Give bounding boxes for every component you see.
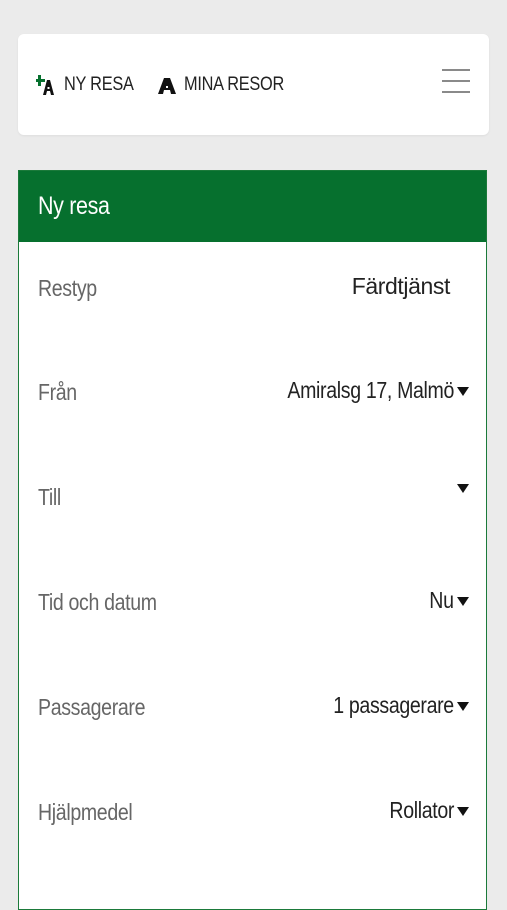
new-trip-icon bbox=[36, 75, 54, 95]
row-label-to: Till bbox=[38, 484, 61, 510]
row-value-trip-type: Färdtjänst bbox=[351, 273, 451, 299]
row-from[interactable]: Från Amiralsg 17, Malmö bbox=[19, 363, 486, 423]
row-label-time-date: Tid och datum bbox=[38, 589, 157, 615]
nav-my-trips-label: MINA RESOR bbox=[184, 74, 285, 95]
row-value-wrap: Rollator bbox=[378, 797, 469, 824]
row-value-wrap: 1 passagerare bbox=[312, 692, 469, 719]
panel-title: Ny resa bbox=[38, 192, 110, 220]
row-time-date[interactable]: Tid och datum Nu bbox=[19, 573, 486, 633]
row-passengers[interactable]: Passagerare 1 passagerare bbox=[19, 678, 486, 738]
caret-down-icon bbox=[457, 387, 469, 396]
my-trips-icon bbox=[158, 78, 176, 94]
row-value-mobility-aid: Rollator bbox=[389, 797, 454, 823]
caret-down-icon bbox=[457, 484, 469, 493]
menu-line bbox=[442, 69, 470, 71]
row-label-mobility-aid: Hjälpmedel bbox=[38, 799, 133, 825]
row-value-wrap: Amiralsg 17, Malmö bbox=[258, 377, 469, 404]
row-value-from: Amiralsg 17, Malmö bbox=[287, 377, 454, 403]
row-value-time-date: Nu bbox=[429, 587, 455, 613]
nav-new-trip[interactable]: NY RESA bbox=[36, 70, 145, 100]
caret-down-icon bbox=[457, 597, 469, 606]
caret-down-icon bbox=[457, 702, 469, 711]
new-trip-panel: Ny resa Restyp Färdtjänst Från Amiralsg … bbox=[18, 170, 487, 910]
row-mobility-aid[interactable]: Hjälpmedel Rollator bbox=[19, 783, 486, 843]
caret-down-icon bbox=[457, 807, 469, 816]
row-trip-type[interactable]: Restyp Färdtjänst bbox=[19, 259, 486, 319]
row-value-wrap bbox=[454, 482, 469, 493]
hamburger-menu-icon[interactable] bbox=[442, 69, 470, 95]
row-value-passengers: 1 passagerare bbox=[333, 692, 454, 718]
row-value-wrap: Nu bbox=[425, 587, 469, 614]
row-label-trip-type: Restyp bbox=[38, 275, 97, 301]
row-value-wrap: Färdtjänst bbox=[351, 273, 451, 300]
nav-my-trips[interactable]: MINA RESOR bbox=[156, 70, 300, 100]
row-label-passengers: Passagerare bbox=[38, 694, 146, 720]
menu-line bbox=[442, 80, 470, 82]
menu-line bbox=[442, 91, 470, 93]
panel-header: Ny resa bbox=[19, 171, 486, 242]
row-label-from: Från bbox=[38, 379, 77, 405]
nav-new-trip-label: NY RESA bbox=[64, 74, 134, 95]
row-to[interactable]: Till bbox=[19, 468, 486, 528]
